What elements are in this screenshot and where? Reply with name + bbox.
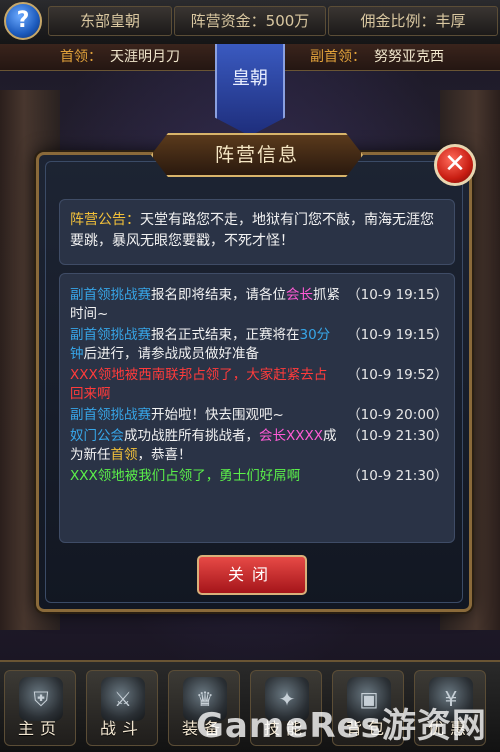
log-segment: 后进行，请参战成员做好准备 [83,346,260,362]
log-segment: 奴门公会 [70,428,124,444]
log-entry: 副首领挑战赛报名即将结束，请各位会长抓紧时间~ （10-9 19:15） [70,286,448,324]
vice-leader-name: 努努亚克西 [374,49,444,65]
log-message: 副首领挑战赛报名即将结束，请各位会长抓紧时间~ [70,286,340,324]
leader-info: 首领： 天涯明月刀 [60,44,180,70]
announcement-panel: 阵营公告：天堂有路您不走，地狱有门您不敲，南海无涯您要跳，暴风无眼您要戳，不死才… [59,199,455,265]
log-segment: 首领 [110,447,138,463]
log-segment: 开始啦！快去围观吧~ [151,407,284,423]
log-segment: 副首领挑战赛 [70,407,151,423]
faction-name: 东部皇朝 [48,6,172,36]
log-segment: XXX领地被我们占领了，勇士们好屌啊 [70,468,301,484]
commission-rate: 佣金比例：丰厚 [328,6,498,36]
log-segment: 会长 [286,287,313,303]
faction-banner: 皇朝 [215,44,285,136]
log-message: XXX领地被我们占领了，勇士们好屌啊 [70,467,340,486]
log-message: 副首领挑战赛报名正式结束，正赛将在30分钟后进行，请参战成员做好准备 [70,326,340,364]
log-timestamp: （10-9 19:15） [347,327,448,343]
log-segment: ，恭喜！ [137,447,192,463]
announcement-label: 阵营公告： [70,212,140,228]
faction-funds: 阵营资金：500万 [174,6,326,36]
faction-info-dialog: 阵营信息 阵营公告：天堂有路您不走，地狱有门您不敲，南海无涯您要跳，暴风无眼您要… [36,133,472,612]
log-segment: 报名正式结束，正赛将在 [151,327,300,343]
log-timestamp: （10-9 21:30） [347,468,448,484]
vice-leader-info: 副首领： 努努亚克西 [310,44,444,70]
nav-battle-label: 战斗 [99,719,144,738]
log-entry: 副首领挑战赛报名正式结束，正赛将在30分钟后进行，请参战成员做好准备 （10-9 … [70,326,448,364]
announcement-text: 阵营公告：天堂有路您不走，地狱有门您不敲，南海无涯您要跳，暴风无眼您要戳，不死才… [70,210,442,252]
log-entry: 奴门公会成功战胜所有挑战者，会长XXXX成为新任首领，恭喜！ （10-9 21:3… [70,427,448,465]
event-log-panel[interactable]: 副首领挑战赛报名即将结束，请各位会长抓紧时间~ （10-9 19:15） 副首领挑战… [59,273,455,543]
nav-battle[interactable]: ⚔ 战斗 [86,670,158,746]
log-entry: XXX领地被西南联邦占领了，大家赶紧去占回来啊 （10-9 19:52） [70,366,448,404]
close-dialog-button[interactable]: 关闭 [197,555,307,595]
log-message: 奴门公会成功战胜所有挑战者，会长XXXX成为新任首领，恭喜！ [70,427,340,465]
dialog-title: 阵营信息 [151,133,363,177]
log-timestamp: （10-9 20:00） [347,407,448,423]
log-message: XXX领地被西南联邦占领了，大家赶紧去占回来啊 [70,366,340,404]
leader-name: 天涯明月刀 [110,49,180,65]
leader-label: 首领： [60,49,102,65]
nav-home[interactable]: ⛨ 主页 [4,670,76,746]
close-icon[interactable]: ✕ [434,144,476,186]
log-entry: XXX领地被我们占领了，勇士们好屌啊 （10-9 21:30） [70,467,448,486]
log-segment: 副首领挑战赛 [70,327,151,343]
watermark-text: GameRes游资网 [196,706,487,746]
help-button[interactable]: ? [4,2,42,40]
event-log-list: 副首领挑战赛报名即将结束，请各位会长抓紧时间~ （10-9 19:15） 副首领挑战… [70,286,448,488]
log-segment: 成功战胜所有挑战者， [124,428,259,444]
top-bar: ? 东部皇朝 阵营资金：500万 佣金比例：丰厚 [0,0,500,46]
log-message: 副首领挑战赛开始啦！快去围观吧~ [70,406,340,425]
log-entry: 副首领挑战赛开始啦！快去围观吧~ （10-9 20:00） [70,406,448,425]
log-timestamp: （10-9 19:52） [347,367,448,383]
log-timestamp: （10-9 19:15） [347,287,448,303]
log-segment: 副首领挑战赛 [70,287,151,303]
vice-leader-label: 副首领： [310,49,366,65]
log-segment: 报名即将结束，请各位 [151,287,286,303]
nav-home-label: 主页 [17,719,62,738]
log-timestamp: （10-9 21:30） [347,428,448,444]
log-segment: 会长XXXX [259,428,323,444]
log-segment: XXX领地被西南联邦占领了，大家赶紧去占回来啊 [70,367,328,402]
